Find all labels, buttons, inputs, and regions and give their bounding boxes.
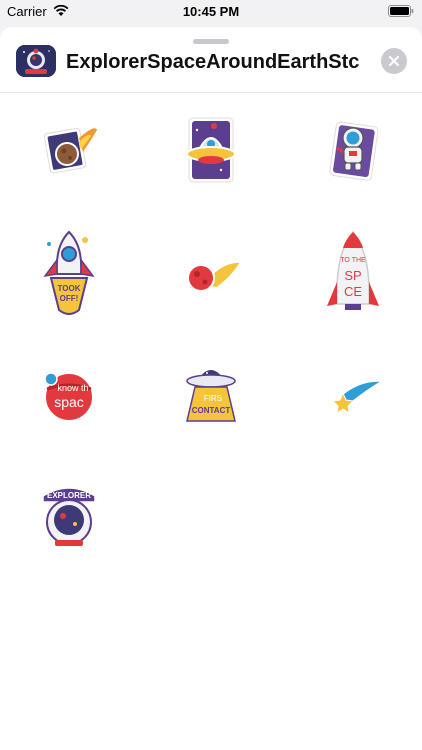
sticker-meteor[interactable] (161, 224, 261, 324)
app-icon (16, 45, 56, 77)
svg-text:spac: spac (54, 394, 84, 410)
helmet-icon: EXPLORER (42, 487, 96, 546)
svg-text:TOOK: TOOK (58, 284, 81, 293)
battery-icon (388, 5, 414, 17)
svg-text:CE: CE (344, 284, 362, 299)
status-bar: Carrier 10:45 PM (0, 0, 422, 22)
rocket-icon: TOOK OFF! (43, 230, 95, 315)
comet-icon (43, 127, 97, 174)
shooting-star-icon (331, 379, 387, 415)
ufo-beam-icon: FIRS CONTACT (186, 368, 236, 422)
rocket-space-icon: TO THE SP CE (327, 230, 379, 310)
svg-text:OFF!: OFF! (60, 294, 79, 303)
planet-icon: know th spac (44, 372, 94, 422)
sticker-pack-title: ExplorerSpaceAroundEarthStc (66, 51, 360, 73)
sheet-grabber[interactable] (193, 39, 229, 44)
clock: 10:45 PM (182, 4, 240, 19)
svg-text:CONTACT: CONTACT (192, 406, 231, 415)
header-divider (0, 92, 422, 93)
svg-text:FIRS: FIRS (204, 394, 222, 403)
sticker-rocket-to-the-space[interactable]: TO THE SP CE (303, 224, 403, 324)
meteor-icon (187, 260, 243, 292)
sticker-ufo-first-contact[interactable]: FIRS CONTACT (161, 345, 261, 445)
sticker-rocket-took-off[interactable]: TOOK OFF! (19, 224, 119, 324)
astronaut-icon (329, 121, 379, 181)
close-button[interactable] (381, 48, 407, 74)
svg-text:know th: know th (57, 383, 88, 393)
close-icon (388, 55, 400, 67)
svg-text:TO THE: TO THE (340, 257, 366, 264)
sticker-astronaut-card[interactable] (303, 100, 403, 200)
sticker-planet-know-the-space[interactable]: know th spac (19, 345, 119, 445)
svg-text:SP: SP (344, 268, 361, 283)
sticker-explorer-helmet[interactable]: EXPLORER (19, 466, 119, 566)
sticker-comet-card[interactable] (19, 100, 119, 200)
sheet-header: ExplorerSpaceAroundEarthStc (0, 45, 422, 93)
svg-text:EXPLORER: EXPLORER (47, 491, 91, 500)
ufo-icon (186, 117, 236, 183)
sticker-shooting-star[interactable] (303, 345, 403, 445)
sticker-ufo-card[interactable] (161, 100, 261, 200)
